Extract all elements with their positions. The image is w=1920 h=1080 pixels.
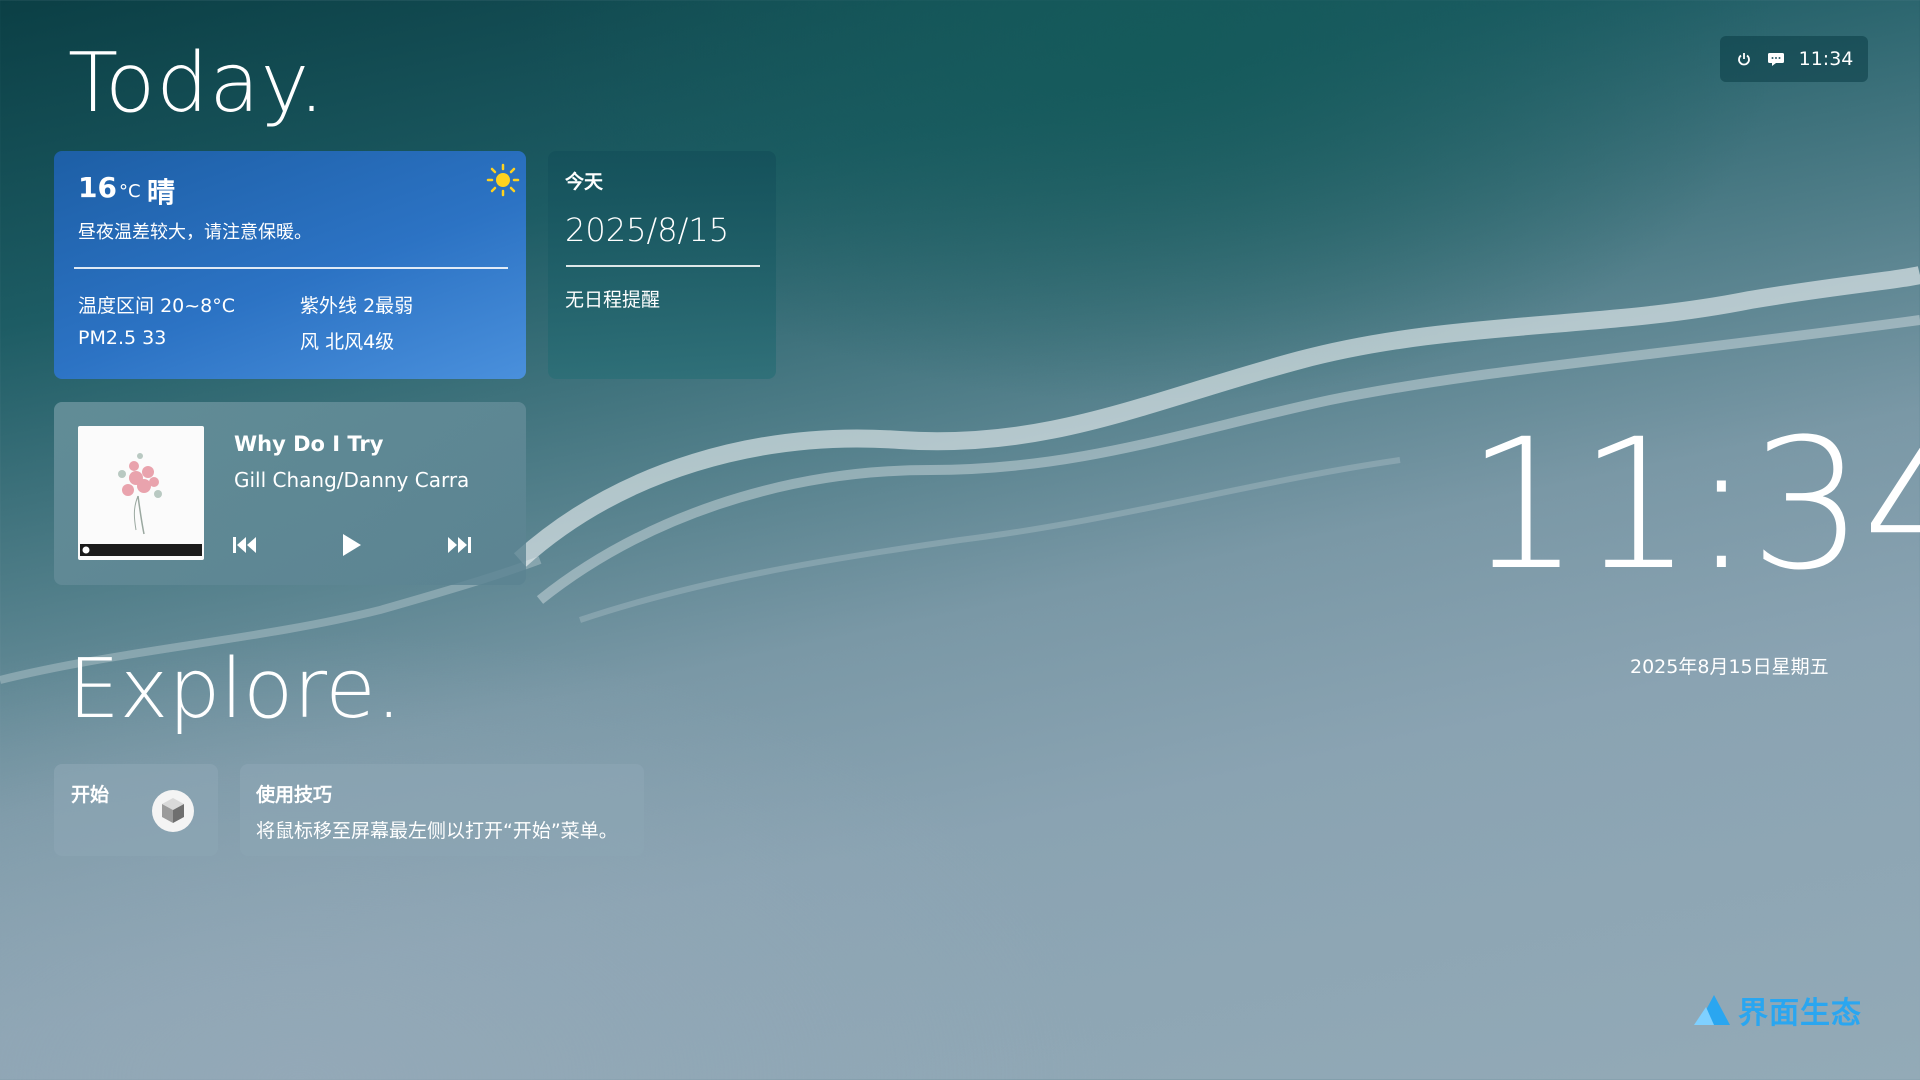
big-date: 2025年8月15日星期五	[1630, 656, 1829, 678]
pm25: PM2.5 33	[78, 327, 167, 349]
today-card[interactable]: 今天 2025/8/15 无日程提醒	[548, 151, 776, 379]
song-artist: Gill Chang/Danny Carra	[234, 468, 470, 492]
brand-logo-icon	[1694, 995, 1730, 1025]
weather-temperature: 16 °C	[78, 171, 141, 204]
brand-watermark: 界面生态	[1692, 988, 1862, 1032]
next-icon[interactable]	[444, 530, 474, 560]
tips-label: 使用技巧	[256, 784, 333, 806]
today-label: 今天	[565, 171, 604, 193]
sun-icon	[486, 163, 520, 197]
chat-icon[interactable]	[1767, 50, 1785, 68]
weather-tip: 昼夜温差较大，请注意保暖。	[78, 222, 312, 243]
uv-index: 紫外线 2最弱	[300, 295, 414, 317]
wind: 风 北风4级	[300, 331, 395, 353]
play-icon[interactable]	[336, 530, 366, 560]
tray-clock[interactable]: 11:34	[1799, 48, 1854, 70]
system-tray: 11:34	[1720, 36, 1868, 82]
start-label: 开始	[71, 784, 110, 806]
song-title: Why Do I Try	[234, 432, 384, 456]
today-title: Today.	[68, 36, 326, 131]
temperature-range: 温度区间 20~8°C	[78, 295, 236, 317]
weather-condition: 晴	[147, 176, 176, 209]
explore-title: Explore.	[68, 642, 402, 737]
weather-divider	[74, 267, 508, 269]
brand-name: 界面生态	[1738, 996, 1862, 1031]
previous-icon[interactable]	[230, 530, 260, 560]
music-card[interactable]: Why Do I Try Gill Chang/Danny Carra	[54, 402, 526, 585]
cube-icon	[152, 790, 194, 832]
flower-artwork-icon	[80, 453, 202, 556]
start-card[interactable]: 开始	[54, 764, 218, 856]
weather-card[interactable]: 16 °C 晴 昼夜温差较大，请注意保暖。 温度区间 20~8°C 紫外线 2最弱…	[54, 151, 526, 379]
tips-description: 将鼠标移至屏幕最左侧以打开“开始”菜单。	[256, 820, 618, 842]
power-icon[interactable]	[1735, 50, 1753, 68]
today-date: 2025/8/15	[565, 211, 730, 249]
tips-card[interactable]: 使用技巧 将鼠标移至屏幕最左侧以打开“开始”菜单。	[240, 764, 644, 856]
schedule-status: 无日程提醒	[565, 289, 661, 311]
album-cover	[78, 426, 204, 560]
big-clock: 11:34	[1466, 401, 1920, 610]
today-divider	[566, 265, 760, 267]
